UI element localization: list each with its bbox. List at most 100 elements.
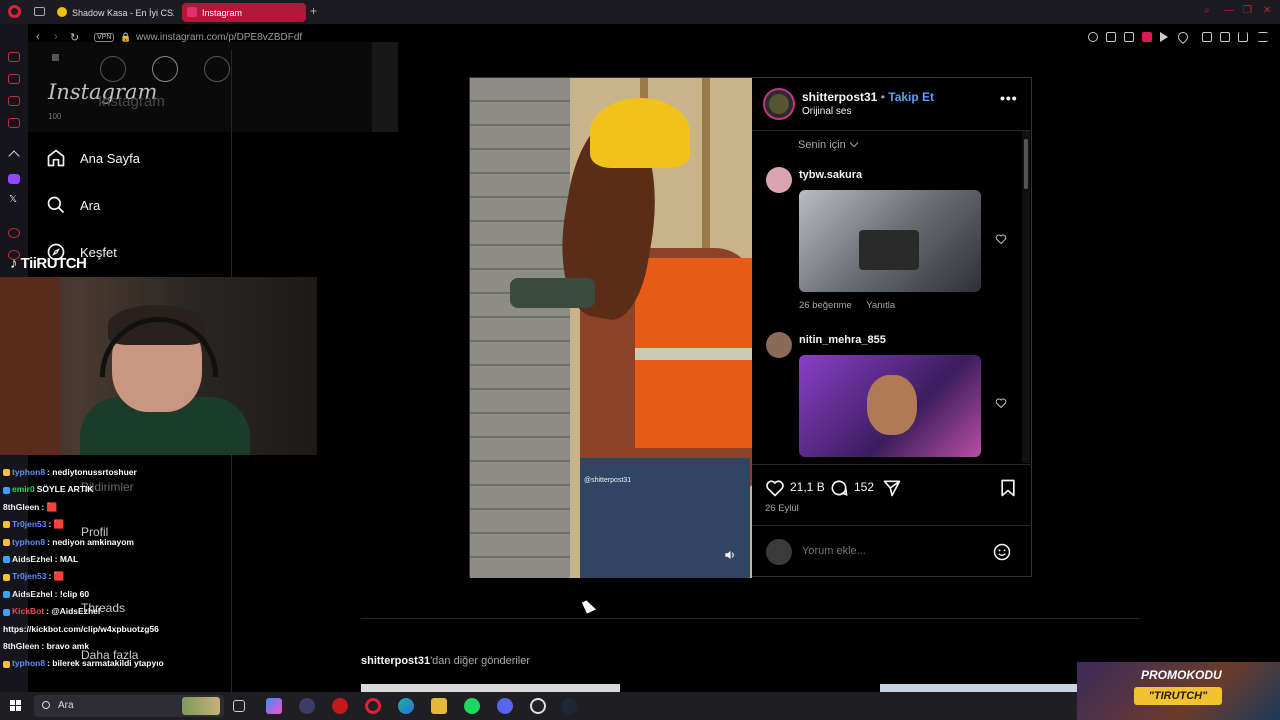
obs-icon[interactable] xyxy=(530,698,546,714)
windows-start-icon[interactable] xyxy=(10,700,21,711)
tab-menu-icon[interactable] xyxy=(34,7,45,16)
comment-username[interactable]: tybw.sakura xyxy=(799,169,862,181)
comments-filter-dropdown[interactable]: Senin için xyxy=(798,138,858,151)
shield-icon[interactable] xyxy=(1142,32,1152,42)
more-options-icon[interactable]: ••• xyxy=(1000,90,1018,106)
follow-button[interactable]: Takip Et xyxy=(888,90,934,104)
share-icon[interactable] xyxy=(882,478,902,498)
chat-username[interactable]: typhon8 xyxy=(12,537,45,547)
author-avatar[interactable] xyxy=(763,88,795,120)
like-count[interactable]: 21,1 B xyxy=(790,480,825,494)
messenger-icon[interactable] xyxy=(8,96,20,106)
nav-search[interactable]: Ara xyxy=(46,190,100,220)
close-window-button[interactable]: ✕ xyxy=(1263,5,1271,16)
previous-track-button[interactable] xyxy=(100,56,126,82)
arc-icon[interactable] xyxy=(8,150,20,162)
discord-icon[interactable] xyxy=(497,698,513,714)
file-explorer-icon[interactable] xyxy=(431,698,447,714)
media-player-icon[interactable] xyxy=(332,698,348,714)
post-video[interactable]: @shitterpost31 xyxy=(470,78,752,578)
comment-avatar[interactable] xyxy=(766,167,792,193)
comment-like-icon[interactable] xyxy=(995,233,1007,245)
chat-message: typhon8: bilerek sarmatakildi ytapyıo xyxy=(3,655,228,672)
copilot-icon[interactable] xyxy=(266,698,282,714)
vpn-badge[interactable]: VPN xyxy=(94,33,115,42)
player-icon[interactable] xyxy=(8,74,20,84)
comment-like-icon[interactable] xyxy=(995,397,1007,409)
comment-avatar[interactable] xyxy=(766,332,792,358)
add-comment-input[interactable] xyxy=(802,545,982,557)
comment-reply-button[interactable]: Yanıtla xyxy=(866,300,895,311)
chat-message: AidsEzhel: !clip 60 xyxy=(3,586,228,603)
comment-username[interactable]: nitin_mehra_855 xyxy=(799,334,886,346)
taskbar-search[interactable]: Ara xyxy=(34,695,224,717)
more-post-thumbnail[interactable] xyxy=(621,684,880,692)
comment-image[interactable] xyxy=(799,355,981,457)
like-heart-icon[interactable] xyxy=(765,478,785,498)
comment-meta: 26 beğenme Yanıtla xyxy=(799,300,907,311)
opera-menu-icon[interactable] xyxy=(8,5,21,18)
edge-icon[interactable] xyxy=(398,698,414,714)
comment-count[interactable]: 152 xyxy=(854,480,874,494)
search-tabs-icon[interactable]: ⌕ xyxy=(1204,5,1210,16)
more-post-thumbnail[interactable] xyxy=(880,684,1077,692)
zoom-icon[interactable] xyxy=(1088,32,1098,42)
chat-username[interactable]: 8thGleen xyxy=(3,502,39,512)
chat-username[interactable]: KickBot xyxy=(12,606,44,616)
comment-icon[interactable] xyxy=(829,478,849,498)
more-post-thumbnail[interactable] xyxy=(361,684,620,692)
chat-text: https://kickbot.com/clip/w4xpbuotzg56 xyxy=(3,623,159,634)
comments-scrollbar[interactable] xyxy=(1024,139,1028,189)
chat-username[interactable]: AidsEzhel xyxy=(12,554,53,564)
download-icon[interactable] xyxy=(1238,32,1248,42)
chat-username[interactable]: emir0 xyxy=(12,484,35,494)
chat-username[interactable]: 8thGleen xyxy=(3,641,39,651)
chat-username[interactable]: Tr0jen53 xyxy=(12,519,47,529)
pause-button[interactable] xyxy=(152,56,178,82)
spotify-icon[interactable] xyxy=(464,698,480,714)
comment-image[interactable] xyxy=(799,190,981,292)
player-collapse-handle[interactable] xyxy=(372,42,398,132)
comment-likes[interactable]: 26 beğenme xyxy=(799,300,852,311)
maximize-button[interactable]: ❐ xyxy=(1243,5,1252,16)
heart-icon[interactable] xyxy=(1175,29,1191,45)
steam-icon[interactable] xyxy=(561,698,577,714)
instagram-sidebar-icon[interactable] xyxy=(8,118,20,128)
x-icon[interactable]: 𝕏 xyxy=(9,194,17,205)
app-icon[interactable] xyxy=(299,698,315,714)
volume-icon[interactable] xyxy=(723,548,737,562)
chat-username[interactable]: Tr0jen53 xyxy=(12,571,47,581)
chat-username[interactable]: AidsEzhel xyxy=(12,589,53,599)
minimize-button[interactable]: — xyxy=(1224,5,1234,16)
extensions-icon[interactable] xyxy=(1202,32,1212,42)
opera-taskbar-icon[interactable] xyxy=(365,698,381,714)
aria-icon[interactable] xyxy=(8,52,20,62)
snapshot-icon[interactable] xyxy=(1124,32,1134,42)
new-tab-button[interactable]: + xyxy=(310,4,317,18)
twitch-icon[interactable] xyxy=(8,174,20,184)
stop-icon[interactable] xyxy=(52,54,59,61)
chat-message: 8thGleen: bravo amk xyxy=(3,638,228,655)
nav-home[interactable]: Ana Sayfa xyxy=(46,143,140,173)
audio-label[interactable]: Orijinal ses xyxy=(802,106,851,117)
chat-username[interactable]: typhon8 xyxy=(12,467,45,477)
tab-shadow-kasa[interactable]: Shadow Kasa - En İyi CS2 xyxy=(52,3,174,22)
next-track-button[interactable] xyxy=(204,56,230,82)
wrestler-head xyxy=(867,375,917,435)
emoji-icon[interactable] xyxy=(992,542,1012,562)
task-view-icon[interactable] xyxy=(233,700,245,712)
author-avatar-image xyxy=(769,94,789,114)
share-icon[interactable] xyxy=(1220,32,1230,42)
author-username[interactable]: shitterpost31 xyxy=(802,90,877,104)
comments-section[interactable]: Senin için tybw.sakura 26 beğenme Yanıtl… xyxy=(752,131,1032,463)
bookmark-icon[interactable] xyxy=(998,478,1018,498)
history-icon[interactable] xyxy=(8,228,20,238)
tab-instagram[interactable]: Instagram xyxy=(182,3,306,22)
chat-username[interactable]: typhon8 xyxy=(12,658,45,668)
more-posts-username[interactable]: shitterpost31 xyxy=(361,655,430,667)
pin-icon[interactable] xyxy=(1106,32,1116,42)
menu-icon[interactable] xyxy=(1258,32,1268,42)
tiktok-icon: ♪ xyxy=(10,255,18,272)
play-icon[interactable] xyxy=(1160,32,1168,42)
post-date[interactable]: 26 Eylül xyxy=(765,503,799,514)
